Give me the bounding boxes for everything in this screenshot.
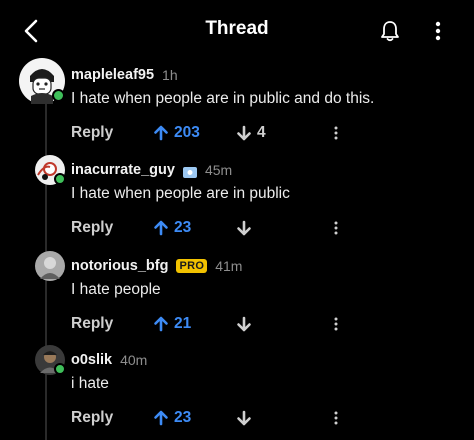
timestamp: 45m: [204, 162, 233, 178]
comment-options-button[interactable]: [331, 217, 341, 239]
arrow-down-icon: [237, 316, 251, 332]
username[interactable]: o0slik: [71, 352, 112, 368]
online-status-dot: [54, 363, 66, 375]
comment-text: I hate when people are in public and do …: [71, 90, 375, 107]
username[interactable]: mapleleaf95: [71, 67, 154, 83]
timestamp: 41m: [215, 258, 243, 274]
online-status-dot: [54, 173, 66, 185]
vertical-dots-icon: [334, 221, 338, 235]
comment-text: I hate people: [71, 281, 161, 298]
avatar[interactable]: [35, 345, 66, 375]
arrow-up-icon: [154, 220, 168, 236]
arrow-up-icon: [154, 316, 168, 332]
comment-options-button[interactable]: [331, 407, 341, 429]
downvote-count: 4: [257, 124, 266, 141]
upvote-button[interactable]: 23: [153, 407, 191, 429]
arrow-up-icon: [154, 125, 168, 141]
reply-button[interactable]: Reply: [71, 124, 113, 142]
more-options-button[interactable]: [428, 17, 448, 45]
vertical-dots-icon: [334, 317, 338, 331]
avatar[interactable]: [19, 58, 65, 104]
arrow-up-icon: [154, 410, 168, 426]
username[interactable]: notorious_bfg: [71, 258, 168, 274]
thread-header: Thread: [0, 0, 474, 60]
upvote-count: 23: [174, 409, 192, 426]
bell-icon: [381, 21, 399, 42]
timestamp: 40m: [120, 352, 148, 368]
flag-icon: [182, 165, 197, 178]
downvote-button[interactable]: [236, 217, 257, 239]
chevron-left-icon: [24, 19, 38, 43]
comment-options-button[interactable]: [331, 313, 341, 335]
comment-options-button[interactable]: [331, 122, 341, 144]
avatar[interactable]: [35, 155, 66, 185]
pro-badge: PRO: [176, 259, 208, 273]
vertical-dots-icon: [435, 21, 441, 41]
arrow-down-icon: [237, 125, 251, 141]
upvote-button[interactable]: 21: [153, 313, 191, 335]
upvote-count: 23: [174, 219, 192, 236]
comment-text: i hate: [71, 375, 109, 392]
vertical-dots-icon: [334, 126, 338, 140]
upvote-count: 21: [174, 315, 192, 332]
timestamp: 1h: [162, 67, 178, 83]
downvote-button[interactable]: [236, 313, 257, 335]
back-button[interactable]: [18, 16, 44, 46]
downvote-button[interactable]: [236, 407, 257, 429]
reply-button[interactable]: Reply: [71, 409, 113, 427]
arrow-down-icon: [237, 410, 251, 426]
avatar[interactable]: [35, 251, 65, 281]
comment-text: I hate when people are in public: [71, 185, 290, 202]
reply-button[interactable]: Reply: [71, 219, 113, 237]
notifications-button[interactable]: [377, 17, 403, 45]
arrow-down-icon: [237, 220, 251, 236]
downvote-button[interactable]: 4: [236, 122, 266, 144]
vertical-dots-icon: [334, 411, 338, 425]
upvote-button[interactable]: 203: [153, 122, 200, 144]
username[interactable]: inacurrate_guy: [71, 162, 175, 178]
upvote-count: 203: [174, 124, 200, 141]
reply-button[interactable]: Reply: [71, 315, 113, 333]
online-status-dot: [52, 89, 65, 102]
upvote-button[interactable]: 23: [153, 217, 191, 239]
